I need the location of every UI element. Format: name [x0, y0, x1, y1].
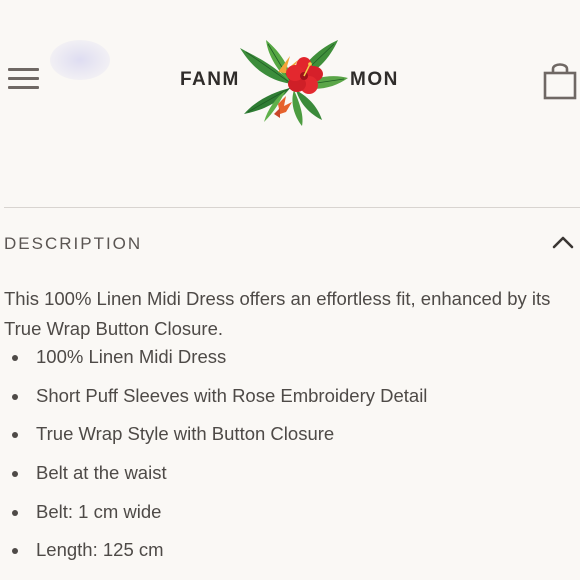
- blurred-background-shape: [50, 40, 110, 80]
- chevron-up-icon[interactable]: [552, 234, 574, 250]
- section-divider: [4, 207, 580, 208]
- shopping-bag-icon[interactable]: [542, 60, 578, 100]
- logo-text-right: MON: [350, 69, 399, 90]
- logo-text-left: FANM: [180, 69, 240, 90]
- tropical-flower-icon: [240, 40, 348, 126]
- list-item: True Wrap Style with Button Closure: [4, 419, 564, 458]
- hamburger-menu-icon[interactable]: [8, 68, 39, 90]
- description-text: This 100% Linen Midi Dress offers an eff…: [4, 288, 551, 339]
- site-header: FANM MON: [0, 0, 580, 160]
- list-item: Short Puff Sleeves with Rose Embroidery …: [4, 381, 564, 420]
- menu-bar: [8, 86, 39, 89]
- description-accordion-header[interactable]: DESCRIPTION: [4, 226, 580, 262]
- description-bullet-list: 100% Linen Midi Dress Short Puff Sleeves…: [4, 342, 564, 574]
- list-item: Length: 125 cm: [4, 535, 564, 574]
- menu-bar: [8, 68, 39, 71]
- list-item: Belt: 1 cm wide: [4, 497, 564, 536]
- list-item: 100% Linen Midi Dress: [4, 342, 564, 381]
- list-item: Belt at the waist: [4, 458, 564, 497]
- product-page: FANM MON DESCRIPTION This 100% Linen Mid…: [0, 0, 580, 580]
- menu-bar: [8, 77, 39, 80]
- description-title: DESCRIPTION: [4, 234, 143, 253]
- site-logo[interactable]: FANM MON: [178, 34, 408, 126]
